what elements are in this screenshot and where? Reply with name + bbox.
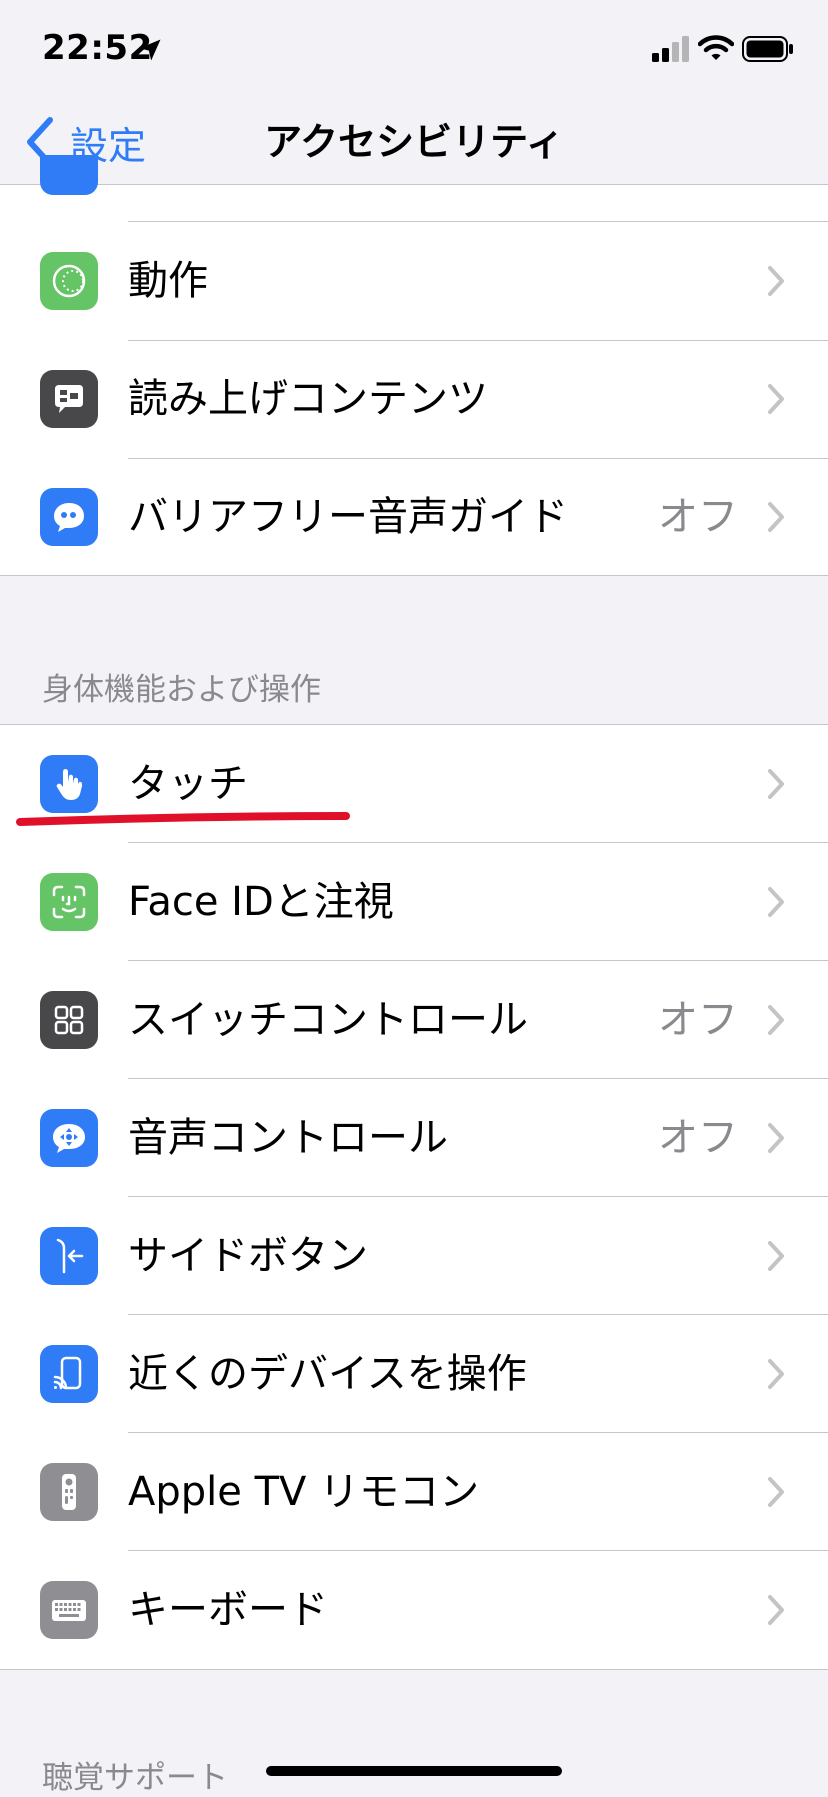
row-audio-description[interactable]: バリアフリー音声ガイド オフ [0, 458, 828, 576]
annotation-underline [16, 812, 350, 826]
row-label: キーボード [128, 1587, 328, 1633]
page-title: アクセシビリティ [264, 120, 564, 164]
tv-remote-icon [40, 1463, 98, 1521]
row-label: スイッチコントロール [128, 997, 528, 1043]
chevron-right-icon [768, 887, 784, 917]
nearby-devices-icon [40, 1345, 98, 1403]
row-label: 読み上げコンテンツ [128, 376, 488, 422]
row-value: オフ [658, 997, 738, 1043]
navigation-bar: 設定 アクセシビリティ [0, 100, 828, 185]
side-button-icon [40, 1227, 98, 1285]
keyboard-icon [40, 1581, 98, 1639]
physical-group: タッチ Face IDと注視 スイッチコントロール オフ 音声コントロール オフ [0, 724, 828, 1670]
row-value: オフ [658, 494, 738, 540]
face-id-icon [40, 873, 98, 931]
chevron-right-icon [768, 1359, 784, 1389]
chevron-right-icon [768, 266, 784, 296]
chevron-right-icon [768, 1123, 784, 1153]
row-nearby-devices[interactable]: 近くのデバイスを操作 [0, 1315, 828, 1433]
chevron-right-icon [768, 1477, 784, 1507]
chevron-right-icon [768, 1005, 784, 1035]
wifi-icon [698, 35, 734, 60]
chevron-right-icon [768, 769, 784, 799]
chevron-right-icon [768, 1595, 784, 1625]
audio-description-icon [40, 488, 98, 546]
row-label: 音声コントロール [128, 1115, 448, 1161]
motion-icon [40, 252, 98, 310]
row-label: 動作 [128, 258, 208, 304]
battery-icon [742, 36, 793, 62]
row-label: Apple TV リモコン [128, 1469, 480, 1515]
location-arrow-icon [139, 39, 161, 61]
partial-icon [40, 155, 98, 195]
row-label: サイドボタン [128, 1233, 368, 1279]
row-motion[interactable]: 動作 [0, 222, 828, 340]
chevron-right-icon [768, 1241, 784, 1271]
row-side-button[interactable]: サイドボタン [0, 1197, 828, 1315]
status-bar: 22:52 [0, 0, 828, 100]
row-face-id[interactable]: Face IDと注視 [0, 843, 828, 961]
row-switch-control[interactable]: スイッチコントロール オフ [0, 961, 828, 1079]
spoken-content-icon [40, 370, 98, 428]
section-header-physical: 身体機能および操作 [42, 672, 321, 708]
row-apple-tv-remote[interactable]: Apple TV リモコン [0, 1433, 828, 1551]
row-label: バリアフリー音声ガイド [128, 494, 568, 540]
row-label: Face IDと注視 [128, 879, 394, 925]
chevron-right-icon [768, 384, 784, 414]
row-label: 近くのデバイスを操作 [128, 1351, 527, 1397]
row-voice-control[interactable]: 音声コントロール オフ [0, 1079, 828, 1197]
cellular-signal-icon [652, 36, 689, 62]
row-keyboard[interactable]: キーボード [0, 1551, 828, 1669]
switch-control-icon [40, 991, 98, 1049]
chevron-right-icon [768, 502, 784, 532]
home-indicator[interactable] [266, 1766, 562, 1776]
section-header-hearing: 聴覚サポート [42, 1760, 228, 1796]
row-spoken-content[interactable]: 読み上げコンテンツ [0, 340, 828, 458]
row-value: オフ [658, 1115, 738, 1161]
touch-hand-icon [40, 755, 98, 813]
voice-control-icon [40, 1109, 98, 1167]
vision-group: 動作 読み上げコンテンツ バリアフリー音声ガイド オフ [0, 155, 828, 576]
